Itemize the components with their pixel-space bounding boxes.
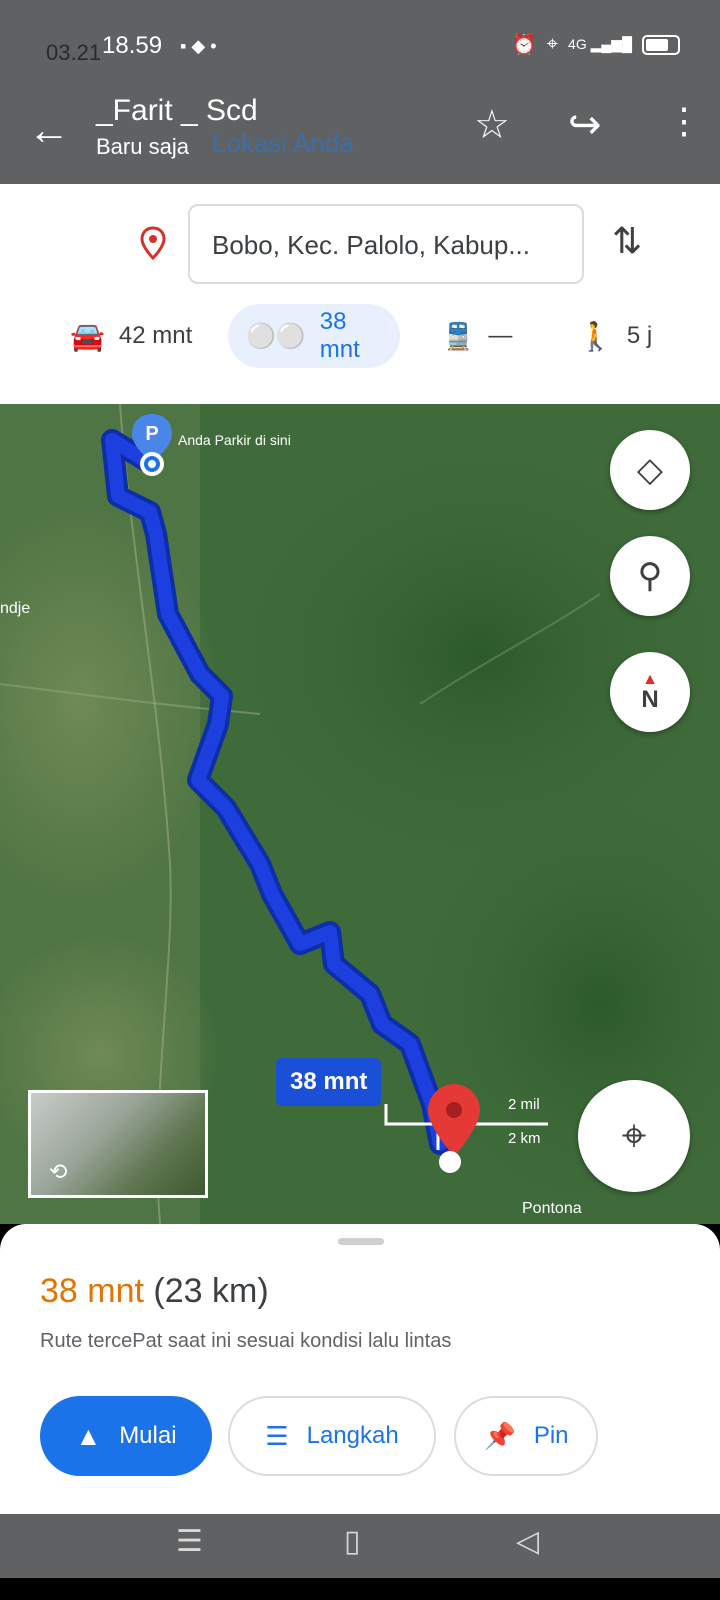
- place-label-west: ndje: [0, 600, 31, 617]
- swap-icon[interactable]: ⇅: [612, 220, 642, 262]
- directions-panel: Bobo, Kec. Palolo, Kabup... ⇅ 🚘 42 mnt ⚪…: [0, 184, 720, 404]
- background-time: 03.21: [46, 40, 102, 65]
- destination-field[interactable]: Bobo, Kec. Palolo, Kabup...: [188, 204, 584, 284]
- search-button[interactable]: ⚲: [610, 536, 690, 616]
- list-icon: ☰: [265, 1420, 289, 1451]
- mode-car[interactable]: 🚘 42 mnt: [52, 304, 210, 368]
- route-summary: 38 mnt (23 km): [40, 1272, 269, 1311]
- system-nav-bar: ☰ ▯ ◁: [0, 1514, 720, 1578]
- notification-sender: _Farit _ Scd: [96, 94, 258, 127]
- mode-motorcycle[interactable]: ⚪⚪ 38 mnt: [228, 304, 400, 368]
- destination-pin-icon: [140, 226, 166, 260]
- my-location-icon: ⌖: [621, 1111, 647, 1160]
- screen-bottom-edge: [0, 1578, 720, 1600]
- home-icon[interactable]: ▯: [344, 1524, 361, 1559]
- destination-dot: [439, 1151, 461, 1173]
- route-summary-sheet: 38 mnt (23 km) Rute tercePat saat ini se…: [0, 1224, 720, 1514]
- notification-time: Baru saja: [96, 134, 189, 159]
- notification-header[interactable]: Lokasi Anda ← _Farit _ Scd Baru saja ☆ ↪…: [0, 80, 720, 184]
- pin-icon: 📌: [483, 1420, 516, 1451]
- map-view[interactable]: P Anda Parkir di sini ndje Pontona 2 mil…: [0, 404, 720, 1224]
- signal-icon: 4G ▂▄▆█: [568, 36, 632, 52]
- rotate-360-icon: ⟲: [49, 1159, 68, 1184]
- train-icon: 🚆: [442, 320, 475, 351]
- route-description: Rute tercePat saat ini sesuai kondisi la…: [40, 1330, 452, 1352]
- navigation-arrow-icon: ▲: [75, 1420, 102, 1451]
- start-button[interactable]: ▲ Mulai: [40, 1396, 212, 1476]
- origin-field-text: Lokasi Anda: [212, 128, 354, 158]
- route-distance: (23 km): [153, 1272, 269, 1310]
- car-icon: 🚘: [70, 320, 105, 352]
- route-duration: 38 mnt: [40, 1272, 144, 1310]
- scale-label-mi: 2 mil: [508, 1096, 540, 1113]
- search-icon: ⚲: [637, 557, 663, 595]
- mode-transit[interactable]: 🚆 —: [424, 304, 530, 368]
- more-vert-icon[interactable]: ⋮: [666, 100, 702, 142]
- travel-modes: 🚘 42 mnt ⚪⚪ 38 mnt 🚆 — 🚶 5 j: [0, 304, 720, 374]
- forward-icon[interactable]: ↪: [568, 102, 602, 148]
- status-bar: 03.21 18.59 ▪ ◆ • ⏰ ⌖ 4G ▂▄▆█: [0, 0, 720, 80]
- layers-button[interactable]: ◇: [610, 430, 690, 510]
- notification-icons: ▪ ◆ •: [180, 36, 217, 56]
- scale-label-km: 2 km: [508, 1130, 541, 1147]
- layers-icon: ◇: [636, 451, 664, 489]
- battery-icon: [642, 34, 680, 55]
- location-icon: ⌖: [546, 33, 559, 55]
- back-triangle-icon[interactable]: ◁: [516, 1524, 539, 1559]
- back-arrow-icon[interactable]: ←: [28, 106, 70, 154]
- pin-button[interactable]: 📌 Pin: [454, 1396, 598, 1476]
- svg-text:P: P: [145, 423, 158, 445]
- steps-button[interactable]: ☰ Langkah: [228, 1396, 436, 1476]
- star-icon[interactable]: ☆: [474, 102, 510, 148]
- my-location-button[interactable]: ⌖: [578, 1080, 690, 1192]
- alarm-icon: ⏰: [511, 34, 537, 56]
- place-label-pontona: Pontona: [522, 1200, 582, 1217]
- clock: 18.59: [102, 32, 163, 59]
- walk-icon: 🚶: [578, 320, 613, 352]
- parking-label: Anda Parkir di sini: [178, 432, 291, 448]
- route-duration-badge[interactable]: 38 mnt: [276, 1058, 382, 1106]
- street-view-thumbnail[interactable]: ⟲: [28, 1090, 208, 1198]
- motorcycle-icon: ⚪⚪: [246, 322, 306, 350]
- mode-walk[interactable]: 🚶 5 j: [560, 304, 670, 368]
- recents-menu-icon[interactable]: ☰: [176, 1524, 203, 1559]
- compass-button[interactable]: ▲ N: [610, 652, 690, 732]
- sheet-drag-handle[interactable]: [338, 1238, 384, 1245]
